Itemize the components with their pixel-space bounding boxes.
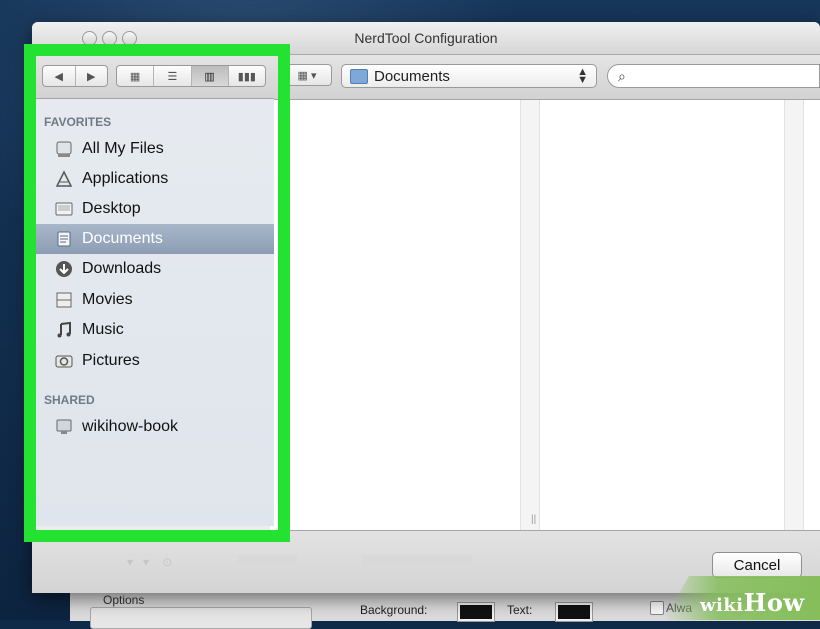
sidebar-item-label: Documents	[82, 230, 163, 247]
sidebar-item-label: Applications	[82, 170, 169, 187]
applications-icon	[54, 169, 74, 189]
cancel-button[interactable]: Cancel	[712, 552, 802, 578]
music-icon	[54, 320, 74, 340]
column-divider[interactable]	[784, 100, 804, 530]
sidebar-item-label: Downloads	[82, 260, 162, 277]
background-color-label: Background:	[360, 603, 428, 617]
column-resize-handle[interactable]: ||	[531, 514, 536, 525]
view-mode-control[interactable]: ▦ ☰ ▥ ▮▮▮	[116, 65, 266, 87]
sidebar-item-documents[interactable]: Documents	[36, 224, 274, 254]
icon-view-icon[interactable]: ▦	[117, 66, 155, 86]
back-icon[interactable]: ◀	[43, 66, 76, 86]
coverflow-view-icon[interactable]: ▮▮▮	[229, 66, 265, 86]
sidebar-item-label: wikihow-book	[82, 418, 179, 435]
sidebar-item-pictures[interactable]: Pictures	[36, 346, 274, 376]
sidebar-item-desktop[interactable]: Desktop	[36, 194, 274, 224]
list-view-icon[interactable]: ☰	[154, 66, 192, 86]
downloads-icon	[54, 259, 74, 279]
search-field[interactable]: ⌕	[607, 64, 820, 88]
watermark-wiki: wiki	[700, 595, 744, 616]
sidebar-toolbar: ◀ ▶ ▦ ☰ ▥ ▮▮▮	[36, 56, 274, 99]
window-title: NerdTool Configuration	[354, 30, 498, 46]
sidebar-item-music[interactable]: Music	[36, 315, 274, 345]
options-box[interactable]	[90, 607, 312, 629]
arrange-menu-button[interactable]: ▦ ▾	[282, 64, 332, 86]
ghost-control	[362, 555, 472, 565]
sidebar-item-applications[interactable]: Applications	[36, 164, 274, 194]
file-browser[interactable]: ||	[270, 100, 820, 530]
sidebar-item-label: All My Files	[82, 140, 164, 157]
location-label: Documents	[374, 67, 450, 85]
folder-icon	[350, 68, 368, 84]
shared-heading: SHARED	[44, 393, 95, 407]
text-color-swatch[interactable]	[555, 602, 593, 622]
sidebar-item-label: Desktop	[82, 200, 141, 217]
sidebar-item-movies[interactable]: Movies	[36, 285, 274, 315]
sidebar-item-wikihow-book[interactable]: wikihow-book	[36, 412, 274, 442]
location-popup[interactable]: Documents ▲ ▼	[341, 64, 597, 88]
ghost-control: ▾ ▾ ⊙	[127, 555, 173, 569]
title-bar: NerdTool Configuration	[32, 22, 820, 55]
favorites-heading: FAVORITES	[44, 115, 112, 129]
wikihow-watermark: wikiHow	[700, 588, 805, 617]
ghost-control	[237, 555, 297, 565]
text-color-label: Text:	[507, 603, 533, 617]
sidebar-item-label: Music	[82, 321, 124, 338]
column-divider[interactable]	[520, 100, 540, 530]
pictures-icon	[54, 351, 74, 371]
sidebar: ◀ ▶ ▦ ☰ ▥ ▮▮▮ FAVORITES All My Files App…	[36, 56, 274, 526]
sidebar-item-label: Pictures	[82, 352, 140, 369]
column-view-icon[interactable]: ▥	[191, 66, 229, 86]
watermark-how: How	[743, 588, 805, 617]
always-checkbox[interactable]	[650, 601, 664, 615]
documents-icon	[54, 229, 74, 249]
forward-icon[interactable]: ▶	[76, 66, 108, 86]
background-color-swatch[interactable]	[457, 602, 495, 622]
options-label: Options	[103, 593, 145, 607]
search-icon: ⌕	[618, 68, 626, 84]
computer-icon	[54, 417, 74, 437]
all-files-icon	[54, 139, 74, 159]
movies-icon	[54, 290, 74, 310]
desktop-icon	[54, 199, 74, 219]
sidebar-item-all-my-files[interactable]: All My Files	[36, 134, 274, 164]
arrange-grid-icon: ▦ ▾	[297, 69, 317, 82]
popup-arrows-icon: ▲ ▼	[577, 66, 588, 86]
back-forward-control[interactable]: ◀ ▶	[42, 65, 108, 87]
sidebar-item-downloads[interactable]: Downloads	[36, 254, 274, 284]
sidebar-item-label: Movies	[82, 291, 133, 308]
